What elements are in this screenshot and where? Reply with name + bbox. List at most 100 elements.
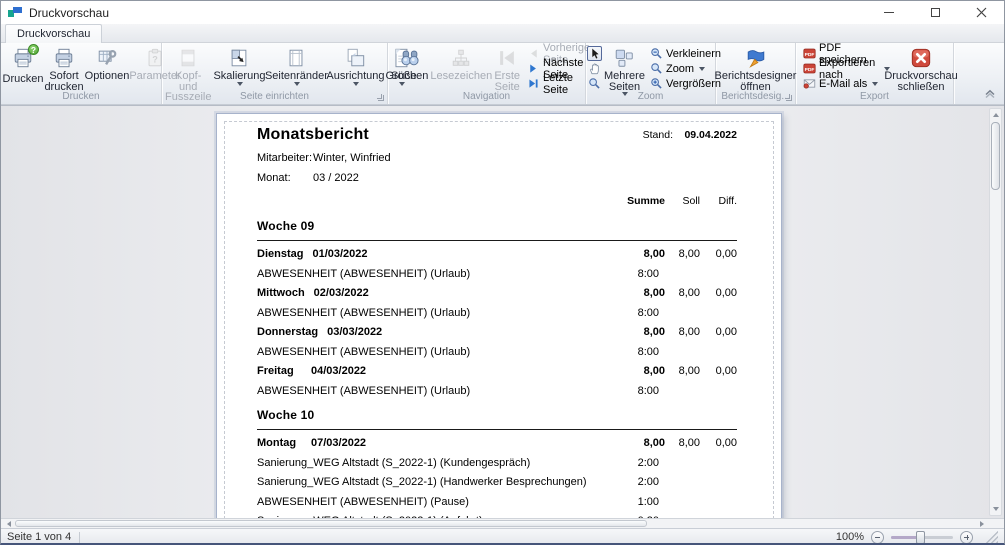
scaling-icon xyxy=(228,47,250,69)
chevron-down-icon xyxy=(237,82,243,86)
zoom-in-button-statusbar[interactable] xyxy=(960,531,973,544)
zoom-slider[interactable] xyxy=(891,536,953,539)
pdf-export-icon xyxy=(803,62,816,75)
zoom-level: 100% xyxy=(836,531,864,543)
group-label-drucken: Drucken xyxy=(1,91,161,104)
preview-area[interactable]: Monatsbericht Stand: 09.04.2022 Mitarbei… xyxy=(1,105,1004,518)
resize-grip[interactable] xyxy=(986,531,998,543)
vertical-scrollbar-thumb[interactable] xyxy=(991,122,1000,190)
scaling-button[interactable]: Skalierung xyxy=(213,45,265,92)
print-preview-window: Druckvorschau Druckvorschau ? Drucken So… xyxy=(0,0,1005,545)
zoom-slider-thumb[interactable] xyxy=(916,531,925,544)
ribbon-group-zoom: Mehrere Seiten Verkleinern Zoom Vergröße… xyxy=(586,43,716,104)
soll-value: 8,00 xyxy=(660,284,700,304)
email-as-button[interactable]: E-Mail als xyxy=(800,76,893,91)
minimize-button[interactable] xyxy=(866,1,912,24)
ribbon-group-drucken: ? Drucken Sofort drucken Optionen Parame… xyxy=(1,43,162,104)
maximize-button[interactable] xyxy=(912,1,958,24)
day-name: Freitag xyxy=(257,362,302,382)
vertical-scrollbar[interactable] xyxy=(989,108,1002,516)
column-header-diff: Diff. xyxy=(697,195,737,207)
entry-row: ABWESENHEIT (ABWESENHEIT) (Urlaub)8:00 xyxy=(257,343,737,363)
options-button[interactable]: Optionen xyxy=(84,45,130,92)
day-name: Mittwoch xyxy=(257,284,305,304)
first-page-button: Erste Seite xyxy=(492,45,522,92)
pointer-tool-button[interactable] xyxy=(587,46,602,61)
horizontal-scrollbar-thumb[interactable] xyxy=(15,520,647,527)
day-row: Mittwoch02/03/20228,008,000,00 xyxy=(257,284,737,304)
report-designer-button[interactable]: Berichtsdesigner öffnen xyxy=(718,45,794,92)
group-label-berichtsdesigner: Berichtsdesig... xyxy=(716,91,795,104)
chevron-down-icon xyxy=(353,82,359,86)
page-indicator: Seite 1 von 4 xyxy=(7,531,71,543)
zoom-tool-button[interactable] xyxy=(587,76,602,91)
margins-button[interactable]: Seitenränder xyxy=(265,45,327,92)
scroll-up-icon[interactable] xyxy=(990,109,1001,121)
dialog-launcher-icon[interactable] xyxy=(786,95,792,101)
multiple-pages-button[interactable]: Mehrere Seiten xyxy=(602,45,647,92)
close-icon xyxy=(976,7,987,18)
week-section: Woche 09Dienstag01/03/20228,008,000,00AB… xyxy=(257,219,737,401)
soll-value: 8,00 xyxy=(660,362,700,382)
print-immediately-button[interactable]: Sofort drucken xyxy=(44,45,84,92)
ribbon-tabstrip: Druckvorschau xyxy=(1,24,1004,43)
summe-value: 8,00 xyxy=(613,362,665,382)
day-date: 07/03/2022 xyxy=(311,437,366,449)
zoom-dropdown-button[interactable]: Zoom xyxy=(647,61,724,76)
group-label-export: Export xyxy=(796,91,953,104)
entry-text: ABWESENHEIT (ABWESENHEIT) (Urlaub) xyxy=(257,385,470,397)
scroll-left-icon[interactable] xyxy=(3,519,15,528)
previous-page-icon xyxy=(527,47,540,60)
last-page-button[interactable]: Letzte Seite xyxy=(524,76,593,91)
cursor-arrow-icon xyxy=(588,47,601,60)
entry-row: Sanierung_WEG Altstadt (S_2022-1) (Handw… xyxy=(257,473,737,493)
stand-label: Stand: xyxy=(643,129,673,141)
report-content: Monatsbericht Stand: 09.04.2022 Mitarbei… xyxy=(257,126,737,518)
horizontal-scrollbar[interactable] xyxy=(1,518,1004,528)
scroll-down-icon[interactable] xyxy=(990,503,1001,515)
summe-value: 8,00 xyxy=(613,284,665,304)
report-page: Monatsbericht Stand: 09.04.2022 Mitarbei… xyxy=(216,113,782,518)
zoom-in-button[interactable]: Vergrößern xyxy=(647,76,724,91)
close-button[interactable] xyxy=(958,1,1004,24)
field-value: 03 / 2022 xyxy=(313,172,359,184)
week-divider xyxy=(257,429,737,430)
dialog-launcher-icon[interactable] xyxy=(378,95,384,101)
group-label-seite-einrichten: Seite einrichten xyxy=(162,91,387,104)
email-icon xyxy=(803,77,816,90)
day-date: 01/03/2022 xyxy=(312,248,367,260)
summe-value: 8,00 xyxy=(613,434,665,454)
titlebar: Druckvorschau xyxy=(1,1,1004,24)
zoom-out-button[interactable]: Verkleinern xyxy=(647,46,724,61)
entry-text: Sanierung_WEG Altstadt (S_2022-1) (Kunde… xyxy=(257,457,530,469)
search-button[interactable]: Suchen xyxy=(389,45,430,92)
field-row: Mitarbeiter: Winter, Winfried xyxy=(257,148,737,168)
scroll-right-icon[interactable] xyxy=(976,519,988,528)
close-preview-button[interactable]: Druckvorschau schließen xyxy=(893,45,949,92)
entry-time: 2:00 xyxy=(607,473,659,493)
close-preview-icon xyxy=(910,47,932,69)
app-logo-icon xyxy=(8,6,23,19)
binoculars-icon xyxy=(399,47,421,69)
report-designer-icon xyxy=(745,47,767,69)
soll-value: 8,00 xyxy=(660,434,700,454)
ribbon-filler xyxy=(954,43,1004,104)
bookmarks-button: Lesezeichen xyxy=(430,45,492,92)
print-button[interactable]: ? Drucken xyxy=(2,45,44,92)
magnifier-icon xyxy=(588,77,601,90)
hand-tool-button[interactable] xyxy=(587,61,602,76)
pdf-icon xyxy=(803,47,816,60)
soll-value: 8,00 xyxy=(660,245,700,265)
chevron-down-icon xyxy=(699,67,705,71)
day-row: Freitag04/03/20228,008,000,00 xyxy=(257,362,737,382)
group-label-navigation: Navigation xyxy=(388,91,585,104)
tab-druckvorschau[interactable]: Druckvorschau xyxy=(5,24,102,43)
collapse-ribbon-icon[interactable] xyxy=(982,85,998,101)
zoom-out-button-statusbar[interactable] xyxy=(871,531,884,544)
orientation-button[interactable]: Ausrichtung xyxy=(327,45,383,92)
export-to-button[interactable]: Exportieren nach xyxy=(800,61,893,76)
diff-value: 0,00 xyxy=(697,362,737,382)
bookmark-tree-icon xyxy=(450,47,472,69)
ribbon: ? Drucken Sofort drucken Optionen Parame… xyxy=(1,43,1004,105)
help-badge: ? xyxy=(28,44,39,55)
